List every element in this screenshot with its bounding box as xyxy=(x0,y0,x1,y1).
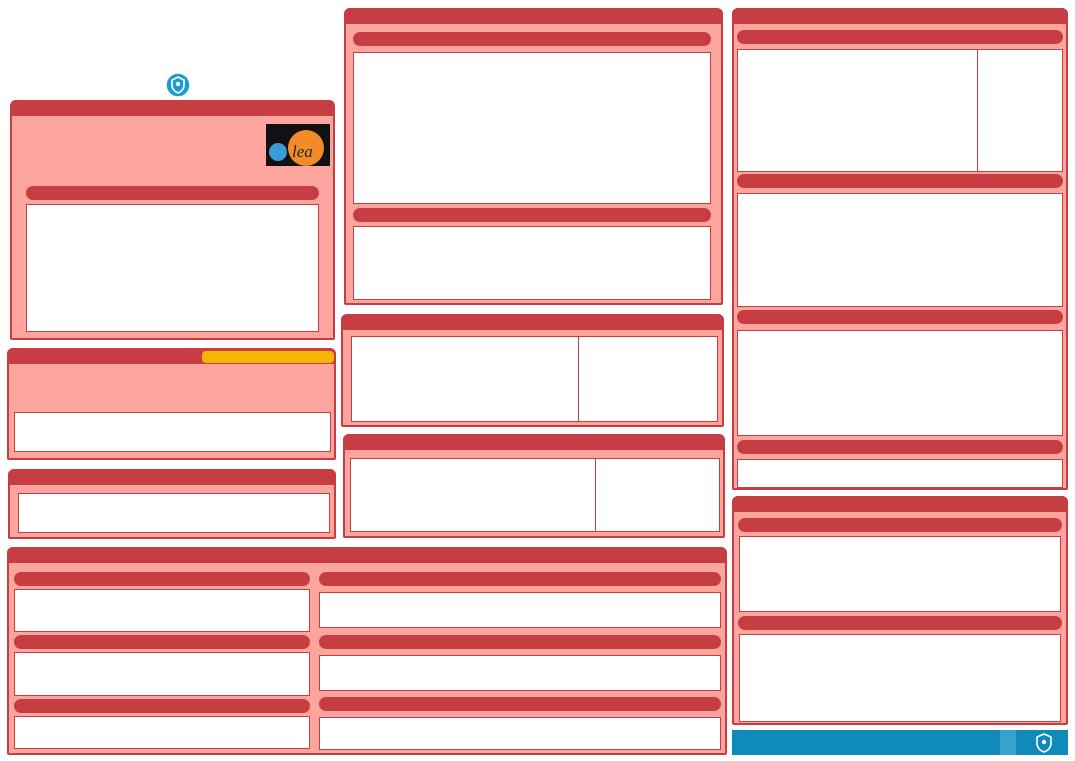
middle-top-subheader-1 xyxy=(353,32,711,46)
learn-logo: lea xyxy=(266,124,330,166)
bottom-wide-panel-header xyxy=(7,547,727,563)
bottom-right-subheader-3 xyxy=(319,697,721,711)
bottom-right-box-3 xyxy=(319,717,721,750)
highlight-tab xyxy=(202,351,334,363)
middle-low-panel xyxy=(343,434,725,538)
callout-content-box xyxy=(14,412,331,452)
right-subheader-1 xyxy=(737,30,1063,44)
bottom-left-subheader-1 xyxy=(14,572,310,586)
right-bottom-panel xyxy=(732,496,1068,725)
right-bottom-subheader-2 xyxy=(738,616,1062,630)
bottom-right-subheader-1 xyxy=(319,572,721,586)
bottom-left-subheader-3 xyxy=(14,699,310,713)
callout-panel xyxy=(7,348,336,460)
bottom-right-subheader-2 xyxy=(319,635,721,649)
top-shield-icon xyxy=(165,72,191,98)
middle-low-panel-header xyxy=(343,434,725,450)
bottom-left-box-1 xyxy=(14,589,310,632)
middle-low-box xyxy=(350,458,720,532)
intro-panel: lea xyxy=(10,100,335,340)
middle-top-box-2 xyxy=(353,226,711,300)
small-left-panel xyxy=(8,469,336,539)
right-bottom-box-2 xyxy=(739,634,1061,722)
right-top-panel xyxy=(732,8,1068,490)
footer-shield-icon xyxy=(1032,731,1056,754)
bottom-left-box-2 xyxy=(14,652,310,696)
right-bottom-panel-header xyxy=(732,496,1068,512)
middle-mid-panel xyxy=(341,314,724,427)
logo-text: lea xyxy=(292,142,313,161)
right-box-4 xyxy=(737,459,1063,488)
middle-top-box-1 xyxy=(353,52,711,204)
right-bottom-box-1 xyxy=(739,536,1061,612)
bottom-left-box-3 xyxy=(14,716,310,749)
bottom-right-box-1 xyxy=(319,592,721,628)
middle-top-panel-header xyxy=(344,8,723,24)
footer-bar xyxy=(732,730,1068,755)
right-box-1 xyxy=(737,49,1063,172)
middle-mid-panel-header xyxy=(341,314,724,330)
right-top-panel-header xyxy=(732,8,1068,24)
middle-mid-box xyxy=(351,336,718,422)
right-box-3 xyxy=(737,330,1063,436)
bottom-wide-panel xyxy=(7,547,727,755)
intro-subheader xyxy=(26,186,319,200)
middle-mid-divider xyxy=(578,337,579,421)
right-box-1-divider xyxy=(977,50,978,171)
right-bottom-subheader-1 xyxy=(738,518,1062,532)
footer-accent xyxy=(1000,730,1016,755)
bottom-right-box-2 xyxy=(319,655,721,691)
right-subheader-2 xyxy=(737,174,1063,188)
intro-panel-header xyxy=(10,100,335,116)
bottom-left-subheader-2 xyxy=(14,635,310,649)
intro-content-box xyxy=(26,204,319,332)
small-left-panel-header xyxy=(8,469,336,485)
middle-top-panel xyxy=(344,8,723,305)
small-left-content-box xyxy=(18,493,330,533)
right-subheader-4 xyxy=(737,440,1063,454)
right-subheader-3 xyxy=(737,310,1063,324)
right-box-2 xyxy=(737,193,1063,307)
middle-top-subheader-2 xyxy=(353,208,711,222)
middle-low-divider xyxy=(595,459,596,531)
